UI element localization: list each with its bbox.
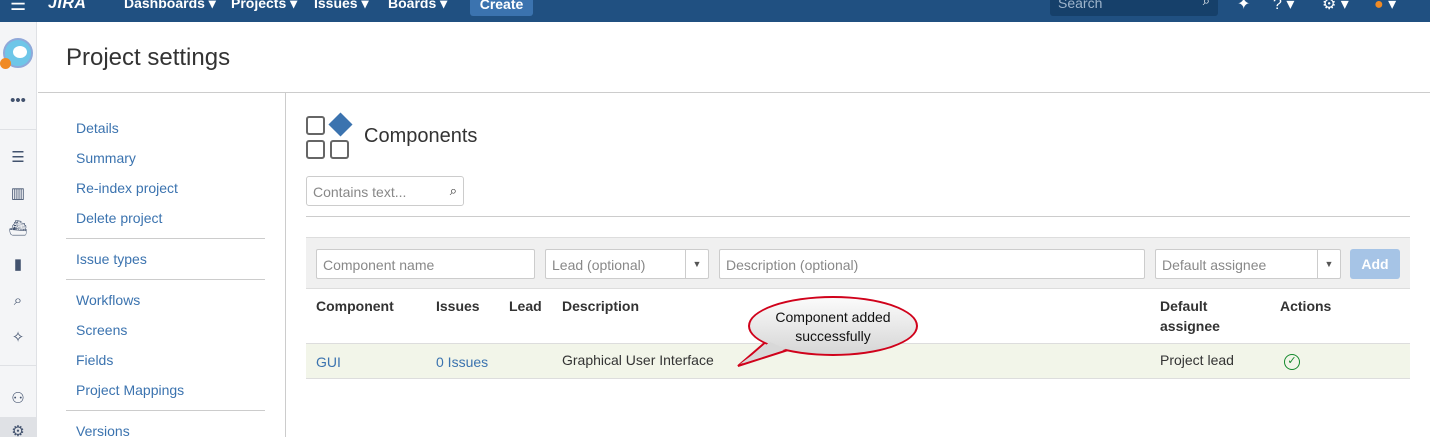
callout-text: Component added successfully: [775, 309, 891, 344]
releases-icon[interactable]: ⛴: [7, 218, 29, 240]
component-link[interactable]: GUI: [316, 354, 341, 370]
nav-issues[interactable]: Issues ▾: [314, 0, 369, 12]
nav-dashboards[interactable]: Dashboards ▾: [124, 0, 216, 12]
project-sidebar: ••• ☰ ▥ ⛴ ▮ ⌕ ✧ ⚇ ⚙: [0, 22, 37, 437]
addons-icon[interactable]: ✧: [7, 327, 29, 349]
col-issues: Issues: [436, 298, 480, 314]
chevron-down-icon[interactable]: ▼: [1317, 250, 1340, 278]
search-icon: ⌕: [1202, 0, 1210, 8]
add-button[interactable]: Add: [1350, 249, 1400, 279]
global-search-input[interactable]: Search ⌕: [1050, 0, 1218, 16]
settings-nav-issue-types[interactable]: Issue types: [76, 251, 147, 267]
settings-nav-versions[interactable]: Versions: [76, 423, 130, 437]
settings-nav-project-mappings[interactable]: Project Mappings: [76, 382, 184, 398]
search-icon: ⌕: [449, 183, 457, 198]
top-nav-bar: ☰ JIRA Dashboards ▾ Projects ▾ Issues ▾ …: [0, 0, 1430, 22]
component-name-input[interactable]: Component name: [316, 249, 535, 279]
settings-nav-summary[interactable]: Summary: [76, 150, 136, 166]
add-people-icon[interactable]: ⚇: [7, 388, 29, 410]
col-assignee: assignee: [1160, 318, 1220, 334]
col-default: Default: [1160, 298, 1208, 314]
settings-nav-fields[interactable]: Fields: [76, 352, 113, 368]
components-filter-input[interactable]: Contains text... ⌕: [306, 176, 464, 206]
board-icon[interactable]: ▥: [7, 183, 29, 205]
col-lead: Lead: [509, 298, 542, 314]
hamburger-icon[interactable]: ☰: [10, 0, 26, 15]
components-title: Components: [364, 125, 478, 147]
notification-badge: [0, 58, 11, 69]
issues-icon[interactable]: ⌕: [7, 290, 29, 312]
default-assignee-cell: Project lead: [1160, 352, 1234, 368]
settings-nav: Details Summary Re-index project Delete …: [38, 93, 286, 437]
user-avatar[interactable]: ● ▾: [1374, 0, 1396, 14]
sidebar-divider: [0, 129, 37, 130]
page-title: Project settings: [66, 44, 231, 71]
filter-placeholder: Contains text...: [313, 184, 407, 200]
components-icon: [306, 112, 353, 162]
reports-icon[interactable]: ▮: [7, 254, 29, 276]
settings-nav-reindex[interactable]: Re-index project: [76, 180, 178, 196]
check-circle-icon[interactable]: ✓: [1284, 354, 1300, 370]
nav-divider: [66, 238, 265, 239]
nav-projects[interactable]: Projects ▾: [231, 0, 297, 12]
col-description: Description: [562, 298, 640, 314]
settings-nav-workflows[interactable]: Workflows: [76, 292, 140, 308]
jira-logo[interactable]: JIRA: [48, 0, 86, 13]
gear-icon[interactable]: ⚙ ▾: [1322, 0, 1349, 14]
settings-nav-details[interactable]: Details: [76, 120, 119, 136]
col-component: Component: [316, 298, 394, 314]
issues-link[interactable]: 0 Issues: [436, 354, 488, 370]
description-cell: Graphical User Interface: [562, 352, 714, 368]
settings-nav-screens[interactable]: Screens: [76, 322, 127, 338]
sidebar-divider: [0, 365, 37, 366]
col-actions: Actions: [1280, 298, 1332, 314]
add-component-form: Component name Lead (optional) ▼ Descrip…: [306, 237, 1410, 289]
lead-select[interactable]: Lead (optional) ▼: [545, 249, 709, 279]
feedback-icon[interactable]: ✦: [1237, 0, 1250, 14]
nav-boards[interactable]: Boards ▾: [388, 0, 447, 12]
default-assignee-select[interactable]: Default assignee ▼: [1155, 249, 1341, 279]
chevron-down-icon[interactable]: ▼: [685, 250, 708, 278]
success-callout: Component added successfully: [730, 292, 930, 372]
more-icon[interactable]: •••: [7, 90, 29, 112]
filter-divider: [306, 216, 1410, 217]
settings-icon: ⚙: [11, 423, 25, 437]
nav-divider: [66, 279, 265, 280]
help-icon[interactable]: ? ▾: [1273, 0, 1294, 14]
settings-nav-delete[interactable]: Delete project: [76, 210, 162, 226]
settings-selected[interactable]: ⚙: [0, 417, 37, 437]
nav-divider: [66, 410, 265, 411]
search-placeholder: Search: [1058, 0, 1103, 11]
create-button[interactable]: Create: [470, 0, 533, 16]
backlog-icon[interactable]: ☰: [7, 147, 29, 169]
description-input[interactable]: Description (optional): [719, 249, 1145, 279]
